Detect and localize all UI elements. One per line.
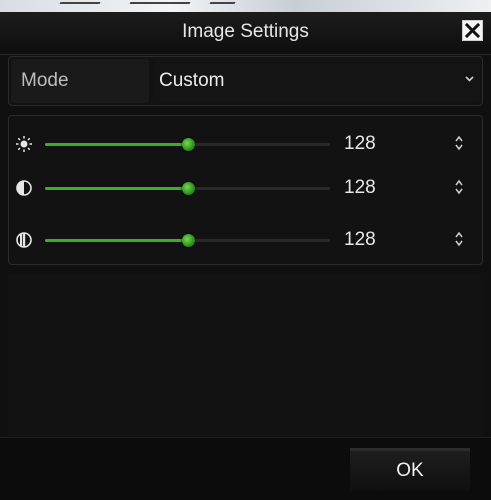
close-button[interactable] [462, 20, 483, 41]
saturation-icon [16, 232, 32, 248]
mode-label: Mode [21, 70, 69, 91]
brightness-icon [16, 136, 32, 152]
contrast-icon [16, 180, 32, 196]
mode-dropdown[interactable]: Custom [155, 59, 480, 103]
dialog-footer: OK [0, 437, 491, 500]
contrast-spinner-icon[interactable] [455, 179, 463, 195]
close-icon [465, 23, 480, 38]
background-detail [59, 2, 101, 4]
contrast-slider-fill [45, 187, 188, 190]
saturation-slider[interactable] [45, 234, 330, 247]
mode-label-box: Mode [11, 59, 149, 103]
brightness-value: 128 [344, 133, 376, 154]
mode-row: Mode Custom [8, 56, 483, 106]
background-detail [209, 2, 236, 4]
contrast-slider-handle[interactable] [181, 182, 195, 195]
saturation-slider-fill [45, 239, 188, 242]
empty-content-area [8, 274, 483, 442]
ok-button[interactable]: OK [350, 448, 470, 491]
image-adjustments-panel: 128 128 128 [8, 115, 483, 265]
saturation-value: 128 [344, 229, 376, 250]
chevron-down-icon [465, 76, 474, 82]
dialog-title: Image Settings [182, 21, 309, 42]
background-detail [129, 2, 191, 4]
brightness-slider[interactable] [45, 138, 330, 151]
contrast-row: 128 [9, 168, 484, 208]
brightness-spinner-icon[interactable] [455, 135, 463, 151]
brightness-slider-handle[interactable] [181, 138, 195, 151]
brightness-slider-fill [45, 143, 188, 146]
dialog-titlebar: Image Settings [0, 12, 491, 55]
saturation-spinner-icon[interactable] [455, 231, 463, 247]
image-settings-dialog: Image Settings Mode Custom 128 128 128 O… [0, 12, 491, 500]
contrast-value: 128 [344, 177, 376, 198]
saturation-row: 128 [9, 220, 484, 260]
saturation-slider-handle[interactable] [181, 234, 195, 247]
mode-value: Custom [159, 70, 225, 91]
brightness-row: 128 [9, 124, 484, 164]
contrast-slider[interactable] [45, 182, 330, 195]
